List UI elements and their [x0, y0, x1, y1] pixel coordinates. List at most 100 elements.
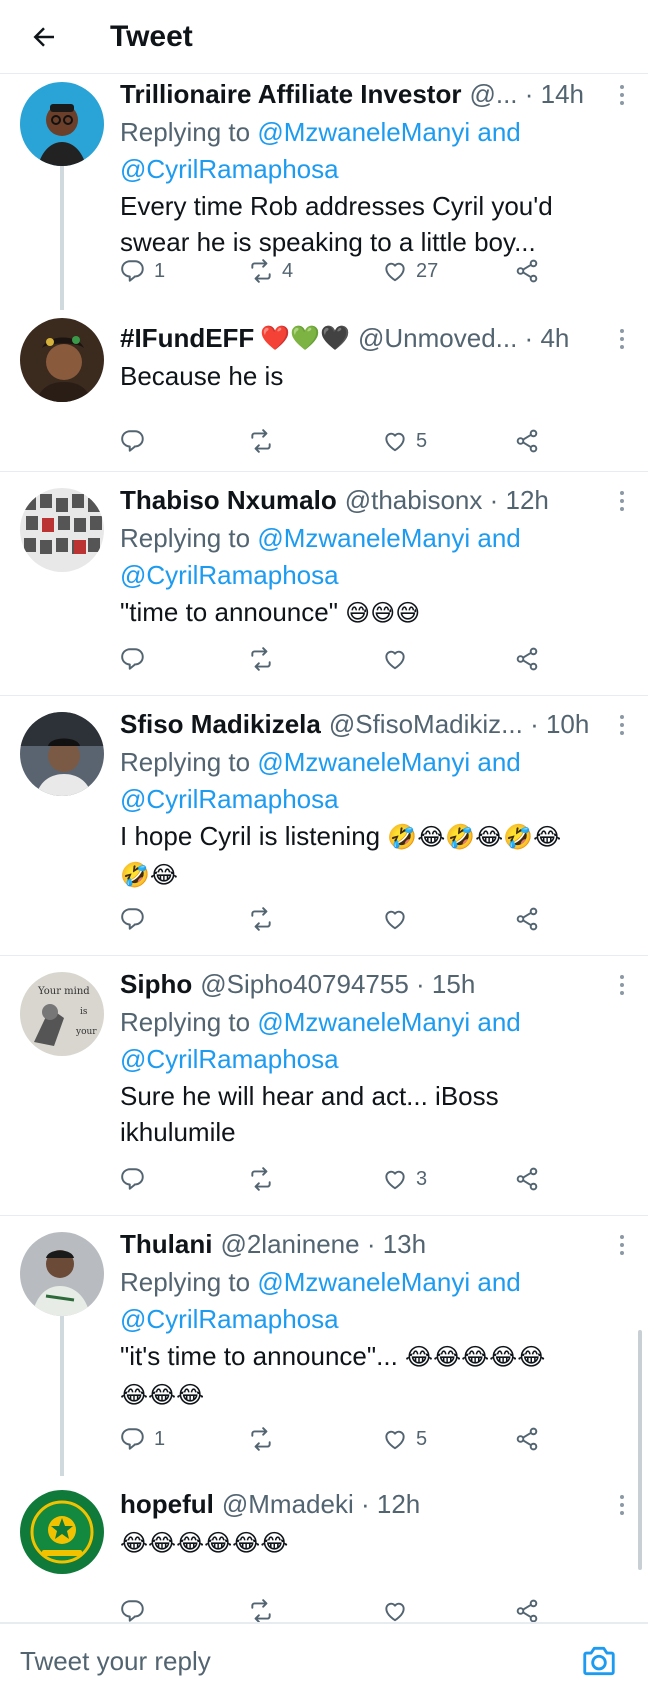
tweet-time[interactable]: 15h [432, 969, 475, 1000]
avatar[interactable] [20, 318, 104, 402]
reply-button[interactable] [120, 428, 154, 454]
more-options-button[interactable] [612, 324, 632, 354]
author-handle[interactable]: @SfisoMadikiz... [329, 709, 523, 740]
mention-link[interactable]: @MzwaneleManyi [257, 1267, 470, 1297]
more-options-button[interactable] [612, 710, 632, 740]
tweet[interactable]: Sfiso Madikizela @SfisoMadikiz... · 10h … [0, 696, 648, 956]
like-button[interactable] [382, 906, 416, 932]
scrollbar[interactable] [638, 1330, 642, 1570]
retweet-icon [251, 1167, 271, 1191]
tweet-time[interactable]: 10h [546, 709, 589, 740]
tweet[interactable]: #IFundEFF ❤️💚🖤 @Unmoved... · 4h Because … [0, 310, 648, 472]
share-button[interactable] [514, 1166, 540, 1192]
author-name[interactable]: Thulani [120, 1229, 212, 1260]
avatar[interactable] [20, 488, 104, 572]
author-handle[interactable]: @thabisonx [345, 485, 483, 516]
avatar[interactable] [20, 82, 104, 166]
more-options-button[interactable] [612, 1230, 632, 1260]
retweet-button[interactable] [248, 906, 282, 932]
like-button[interactable] [382, 1598, 416, 1624]
mention-link[interactable]: @CyrilRamaphosa [120, 154, 339, 184]
retweet-button[interactable] [248, 1166, 282, 1192]
retweet-button[interactable] [248, 1426, 282, 1452]
arrow-left-icon [33, 26, 54, 47]
tweet[interactable]: Thabiso Nxumalo @thabisonx · 12h Replyin… [0, 472, 648, 696]
avatar[interactable] [20, 1490, 104, 1574]
retweet-button[interactable]: 4 [248, 258, 293, 284]
tweet[interactable]: Thulani @2laninene · 13h Replying to @Mz… [0, 1216, 648, 1476]
heart-icon [385, 1602, 405, 1622]
reply-button[interactable] [120, 1166, 154, 1192]
emoji-group: 😂😂😂 [120, 1382, 205, 1409]
tweet[interactable]: hopeful @Mmadeki · 12h 😂😂😂😂😂😂 [0, 1476, 648, 1642]
reply-icon [121, 260, 144, 282]
tweet-time[interactable]: 13h [383, 1229, 426, 1260]
retweet-button[interactable] [248, 428, 282, 454]
tweet-time[interactable]: 4h [540, 323, 569, 354]
thread-line [60, 1316, 64, 1476]
reply-button[interactable] [120, 1598, 154, 1624]
avatar[interactable]: Your mind is your [20, 972, 104, 1056]
author-handle[interactable]: @Mmadeki [222, 1489, 354, 1520]
tweet[interactable]: Your mind is your Sipho @Sipho40794755 · 1… [0, 956, 648, 1216]
author-name[interactable]: hopeful [120, 1489, 214, 1520]
author-name[interactable]: Sipho [120, 969, 192, 1000]
share-button[interactable] [514, 1426, 540, 1452]
share-button[interactable] [514, 646, 540, 672]
share-button[interactable] [514, 428, 540, 454]
author-name[interactable]: Trillionaire Affiliate Investor [120, 79, 461, 110]
mention-link[interactable]: @MzwaneleManyi [257, 747, 470, 777]
mention-link[interactable]: @MzwaneleManyi [257, 523, 470, 553]
avatar[interactable] [20, 1232, 104, 1316]
replying-to: Replying to @MzwaneleManyi and @CyrilRam… [120, 523, 521, 590]
author-handle[interactable]: @Sipho40794755 [200, 969, 409, 1000]
share-button[interactable] [514, 906, 540, 932]
mention-link[interactable]: @CyrilRamaphosa [120, 784, 339, 814]
author-name[interactable]: Sfiso Madikizela [120, 709, 321, 740]
retweet-button[interactable] [248, 1598, 282, 1624]
mention-link[interactable]: @CyrilRamaphosa [120, 1304, 339, 1334]
reply-input[interactable]: Tweet your reply [20, 1646, 211, 1677]
replying-to: Replying to @MzwaneleManyi and @CyrilRam… [120, 117, 521, 184]
more-options-button[interactable] [612, 80, 632, 110]
back-button[interactable] [20, 13, 68, 61]
mention-link[interactable]: @MzwaneleManyi [257, 117, 470, 147]
author-handle[interactable]: @2laninene [220, 1229, 359, 1260]
mention-link[interactable]: @CyrilRamaphosa [120, 560, 339, 590]
heart-icon [385, 262, 405, 282]
avatar[interactable] [20, 712, 104, 796]
like-button[interactable] [382, 646, 416, 672]
mention-link[interactable]: @MzwaneleManyi [257, 1007, 470, 1037]
retweet-icon [251, 1427, 271, 1451]
author-name[interactable]: #IFundEFF [120, 323, 254, 354]
reply-button[interactable] [120, 906, 154, 932]
separator-dot: · [353, 1488, 377, 1519]
retweet-button[interactable] [248, 646, 282, 672]
like-button[interactable]: 5 [382, 428, 427, 454]
share-button[interactable] [514, 1598, 540, 1624]
mention-link[interactable]: @CyrilRamaphosa [120, 1044, 339, 1074]
tweet-time[interactable]: 14h [541, 79, 584, 110]
reply-button[interactable] [120, 646, 154, 672]
author-name[interactable]: Thabiso Nxumalo [120, 485, 337, 516]
more-options-button[interactable] [612, 970, 632, 1000]
tweet-time[interactable]: 12h [506, 485, 549, 516]
author-handle[interactable]: @Unmoved... [358, 323, 517, 354]
reply-button[interactable]: 1 [120, 258, 165, 284]
tweet[interactable]: Trillionaire Affiliate Investor @... · 1… [0, 74, 648, 310]
author-handle[interactable]: @... [469, 79, 517, 110]
share-button[interactable] [514, 258, 540, 284]
like-button[interactable]: 5 [382, 1426, 427, 1452]
tweet-actions [120, 902, 550, 936]
reply-button[interactable]: 1 [120, 1426, 165, 1452]
tweet-time[interactable]: 12h [377, 1489, 420, 1520]
emoji-group: 😂😂😂😂😂 [405, 1344, 546, 1371]
avatar-text: Your mind [37, 986, 90, 997]
camera-button[interactable] [580, 1642, 618, 1680]
tweet-actions: 5 [120, 424, 550, 458]
more-options-button[interactable] [612, 486, 632, 516]
separator-dot: · [522, 708, 546, 739]
more-options-button[interactable] [612, 1490, 632, 1520]
like-button[interactable]: 27 [382, 258, 438, 284]
like-button[interactable]: 3 [382, 1166, 427, 1192]
